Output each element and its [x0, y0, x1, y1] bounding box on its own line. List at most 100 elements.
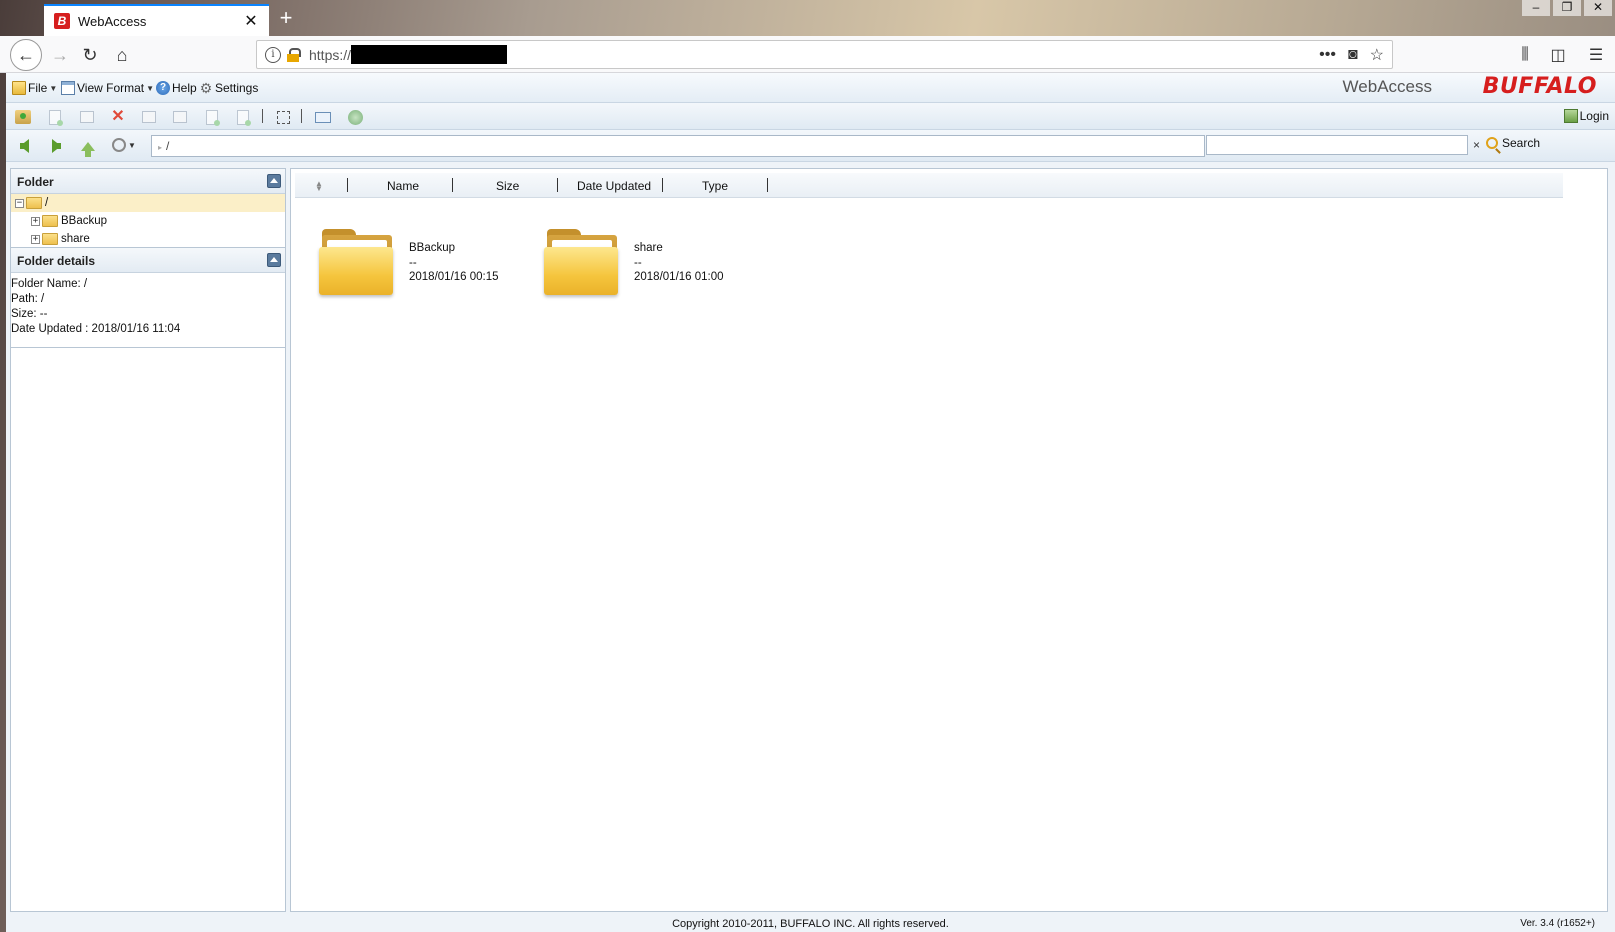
column-type[interactable]: Type — [702, 179, 728, 193]
tree-item-label: share — [61, 233, 90, 245]
url-text: https:// — [309, 46, 352, 63]
url-bar[interactable]: i https:// ••• ◙ ☆ — [256, 40, 1393, 69]
folder-item-share[interactable]: share -- 2018/01/16 01:00 — [544, 229, 754, 301]
new-tab-button[interactable]: + — [274, 6, 298, 30]
tree-item-label: / — [45, 197, 49, 209]
forward-folder-button[interactable] — [46, 137, 66, 155]
column-separator[interactable] — [557, 178, 558, 192]
reload-button[interactable]: ↻ — [76, 41, 104, 69]
column-separator[interactable] — [452, 178, 453, 192]
view-format-label: View Format — [77, 81, 145, 95]
folder-details: Folder Name: / Path: / Size: -- Date Upd… — [11, 273, 285, 348]
sidebar-icon: ◫ — [1550, 47, 1566, 64]
move-button[interactable] — [203, 108, 221, 126]
app-footer: Copyright 2010-2011, BUFFALO INC. All ri… — [6, 917, 1615, 932]
home-icon: ⌂ — [116, 44, 128, 65]
folder-item-size: -- — [409, 256, 417, 269]
close-window-button[interactable]: ✕ — [1584, 0, 1612, 16]
select-all-icon — [276, 110, 290, 124]
delete-x-icon: ✕ — [111, 108, 125, 125]
column-separator[interactable] — [347, 178, 348, 192]
column-separator[interactable] — [662, 178, 663, 192]
rename-button[interactable] — [140, 108, 158, 126]
search-input[interactable] — [1206, 135, 1468, 155]
page-actions-icon[interactable]: ••• — [1319, 46, 1336, 64]
help-icon: ? — [156, 81, 170, 95]
expand-tree-icon[interactable]: + — [31, 216, 40, 226]
help-label: Help — [172, 81, 197, 95]
folder-item-bbackup[interactable]: BBackup -- 2018/01/16 00:15 — [319, 229, 529, 301]
path-input[interactable]: ▸ / — [151, 135, 1205, 157]
delete-button[interactable]: ✕ — [109, 108, 127, 126]
column-name[interactable]: Name — [387, 179, 419, 193]
column-separator[interactable] — [767, 178, 768, 192]
select-all-button[interactable] — [274, 108, 292, 126]
move-icon — [206, 109, 220, 126]
restore-window-button[interactable]: ❐ — [1553, 0, 1581, 16]
path-arrow-icon: ▸ — [158, 143, 163, 152]
browser-tab-webaccess[interactable]: B WebAccess ✕ — [44, 4, 269, 36]
expand-tree-icon[interactable]: + — [31, 234, 40, 244]
settings-menu[interactable]: ⚙ Settings — [199, 80, 259, 96]
detail-size: Size: -- — [11, 308, 48, 320]
library-button[interactable]: ⫼ — [1512, 42, 1538, 68]
minimize-window-button[interactable]: – — [1522, 0, 1550, 16]
history-dropdown[interactable]: ▼ — [112, 138, 136, 152]
close-tab-icon[interactable]: ✕ — [243, 11, 259, 31]
view-format-icon — [61, 81, 75, 95]
file-icon — [12, 81, 26, 95]
back-button[interactable]: ← — [10, 39, 42, 71]
file-menu-label: File — [28, 81, 48, 95]
collapse-tree-icon[interactable]: − — [15, 198, 24, 208]
share-link-button[interactable] — [346, 108, 364, 126]
home-button[interactable]: ⌂ — [108, 41, 136, 69]
view-format-menu[interactable]: View Format ▼ — [61, 80, 154, 96]
buffalo-logo: BUFFALO — [1482, 74, 1597, 99]
detail-date-updated: Date Updated : 2018/01/16 11:04 — [11, 323, 181, 335]
login-button[interactable]: Login — [1563, 109, 1609, 123]
mail-icon — [315, 111, 331, 123]
menu-button[interactable]: ☰ — [1583, 42, 1609, 68]
column-date-updated[interactable]: Date Updated — [577, 179, 651, 193]
folder-item-info: BBackup -- 2018/01/16 00:15 — [409, 241, 499, 285]
folder-item-name: BBackup — [409, 242, 456, 254]
folder-item-info: share -- 2018/01/16 01:00 — [634, 241, 724, 285]
collapse-details-panel-icon[interactable] — [267, 253, 281, 267]
gear-icon: ⚙ — [199, 80, 213, 96]
bookmark-star-icon[interactable]: ☆ — [1370, 45, 1384, 65]
forward-button[interactable]: → — [46, 41, 74, 69]
new-folder-icon — [80, 111, 94, 123]
site-info-icon[interactable]: i — [265, 46, 281, 63]
tree-item-bbackup[interactable]: + BBackup — [11, 212, 285, 230]
file-menu[interactable]: File ▼ — [12, 80, 57, 96]
parent-folder-button[interactable] — [78, 137, 98, 157]
tree-item-share[interactable]: + share — [11, 230, 285, 248]
new-file-button[interactable] — [46, 108, 64, 126]
copy-button[interactable] — [171, 108, 189, 126]
download-button[interactable] — [234, 108, 252, 126]
pocket-icon[interactable]: ◙ — [1348, 46, 1358, 64]
search-button[interactable]: Search — [1486, 136, 1540, 150]
upload-button[interactable] — [14, 108, 32, 126]
left-panel: Folder − / + BBackup + share Folder deta… — [10, 168, 286, 912]
back-folder-button[interactable] — [14, 137, 34, 155]
version-text: Ver. 3.4 (r1652+) — [1520, 918, 1595, 929]
email-link-button[interactable] — [314, 108, 332, 126]
app-menubar: File ▼ View Format ▼ ? Help ⚙ Settings W… — [6, 73, 1615, 103]
folder-item-date: 2018/01/16 00:15 — [409, 271, 499, 283]
hamburger-menu-icon: ☰ — [1588, 47, 1604, 64]
new-folder-button[interactable] — [78, 108, 96, 126]
arrow-left-icon: ← — [17, 44, 35, 65]
sidebar-toggle-button[interactable]: ◫ — [1545, 42, 1571, 68]
copy-icon — [173, 111, 187, 123]
sort-icon[interactable]: ▲ ▼ — [315, 180, 323, 193]
help-menu[interactable]: ? Help — [156, 80, 197, 96]
green-arrow-up-icon — [81, 141, 95, 157]
column-size[interactable]: Size — [496, 179, 519, 193]
collapse-folder-panel-icon[interactable] — [267, 174, 281, 188]
detail-path: Path: / — [11, 293, 45, 305]
clear-search-icon[interactable]: × — [1473, 138, 1480, 152]
action-toolbar: ✕ Login — [6, 103, 1615, 130]
lock-warning-icon[interactable] — [287, 47, 301, 62]
tree-item-root[interactable]: − / — [11, 194, 285, 212]
